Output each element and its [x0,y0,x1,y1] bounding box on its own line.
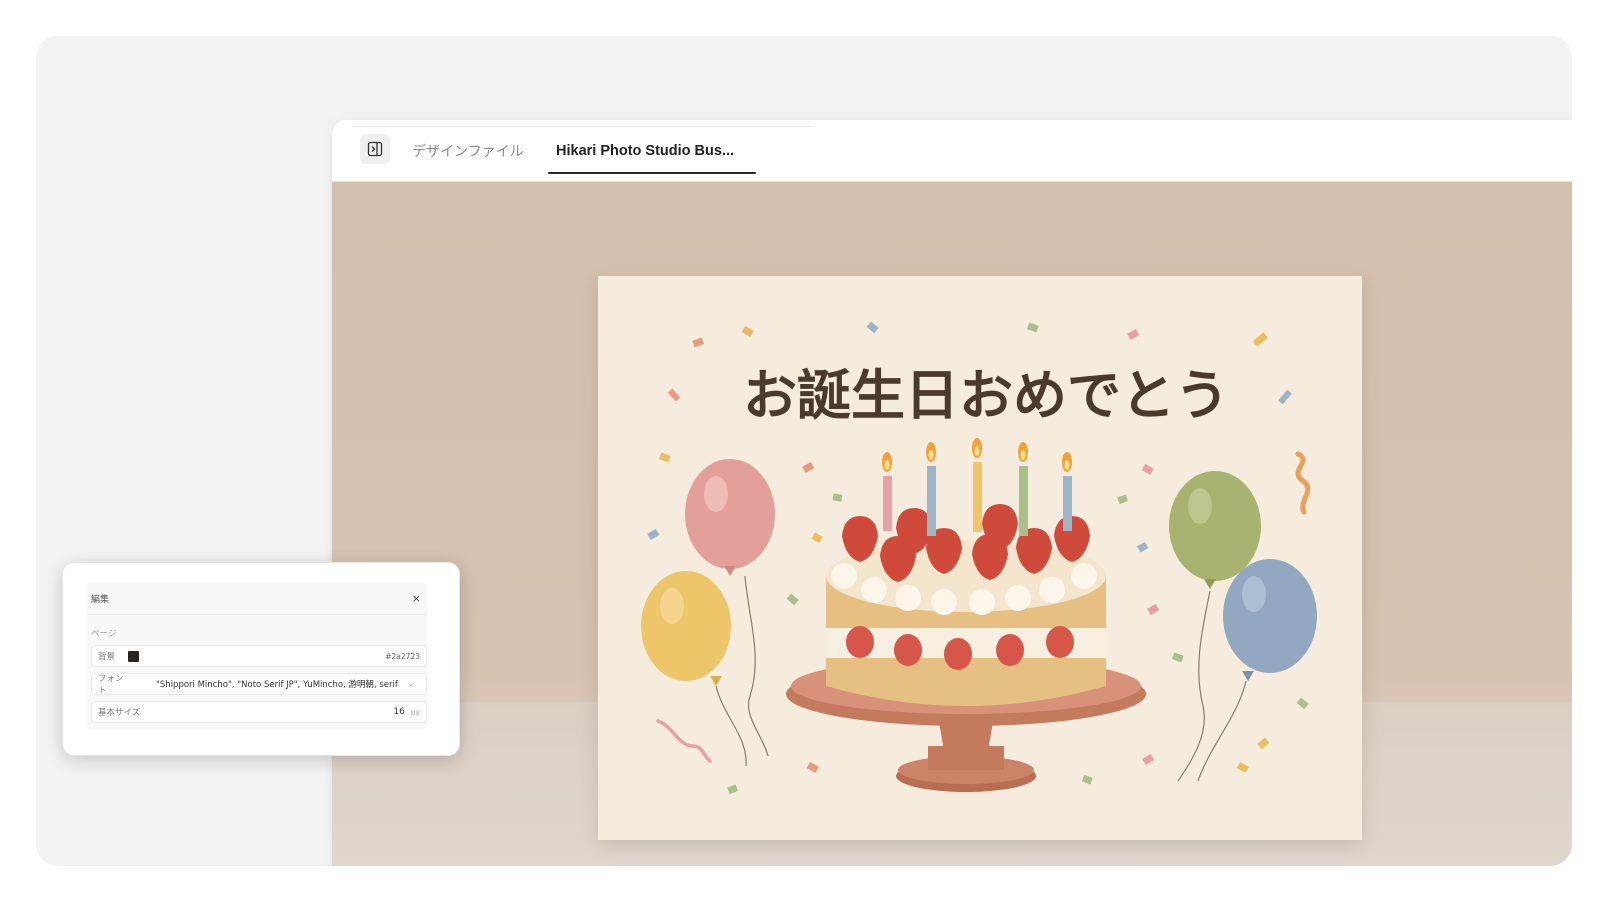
tab-label: Hikari Photo Studio Bus... [556,143,735,159]
tab-design-file[interactable]: デザインファイル [412,120,524,182]
close-icon[interactable]: × [412,592,421,605]
base-size-field[interactable]: 基本サイズ 16 px [91,701,427,723]
edit-panel-header: 編集 × [87,583,427,615]
font-select[interactable]: フォント "Shippori Mincho", "Noto Serif JP",… [91,673,427,696]
base-size-value[interactable]: 16 [393,707,404,717]
birthday-illustration: お誕生日おめでとう [641,321,1317,795]
background-label: 背景 [98,652,116,662]
background-hex-value: #2a2723 [385,651,420,661]
sidebar-toggle-icon [367,141,383,157]
sidebar-toggle-button[interactable] [360,134,390,164]
tab-hikari-photo-studio[interactable]: Hikari Photo Studio Bus... [548,120,758,182]
font-label: フォント [98,674,124,696]
background-color-field[interactable]: 背景 #2a2723 [91,645,427,667]
chevron-down-icon[interactable]: ⌄ [408,680,414,688]
edit-panel-title: 編集 [91,595,110,605]
birthday-card[interactable]: お誕生日おめでとう [598,276,1362,840]
greeting-text: お誕生日おめでとう [743,364,1229,427]
edit-panel: 編集 × ページ 背景 #2a2723 フォント "Shippori Minch… [62,562,460,756]
edit-panel-body: 編集 × ページ 背景 #2a2723 フォント "Shippori Minch… [87,583,427,729]
app-backdrop: デザインファイル Hikari Photo Studio Bus... お誕生日… [36,36,1572,866]
editor-window: デザインファイル Hikari Photo Studio Bus... お誕生日… [332,120,1572,866]
color-swatch[interactable] [128,650,139,662]
design-canvas[interactable]: お誕生日おめでとう [332,182,1572,866]
font-value: "Shippori Mincho", "Noto Serif JP", YuMi… [156,680,398,690]
section-label-page: ページ [91,629,117,639]
cake [826,504,1106,706]
tab-label: デザインファイル [412,144,524,160]
base-size-label: 基本サイズ [98,708,141,718]
tab-bar: デザインファイル Hikari Photo Studio Bus... [332,120,1572,182]
base-size-unit: px [410,707,420,717]
